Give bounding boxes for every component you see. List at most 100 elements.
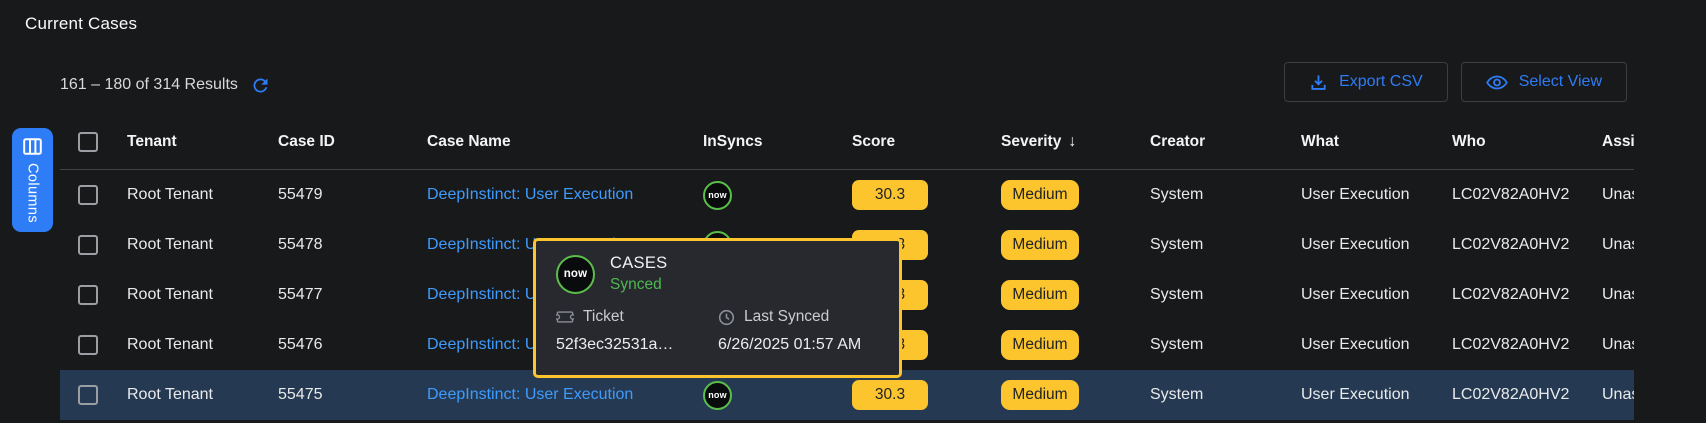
who-cell: LC02V82A0HV2 <box>1452 236 1602 254</box>
header-case-name[interactable]: Case Name <box>427 133 703 151</box>
assignee-cell: Unassigned <box>1602 286 1634 304</box>
who-cell: LC02V82A0HV2 <box>1452 386 1602 404</box>
what-cell: User Execution <box>1301 386 1452 404</box>
case-name-cell: DeepInstinct: User Execution <box>427 186 703 204</box>
select-all-checkbox[interactable] <box>78 132 98 152</box>
sync-status-text: Synced <box>610 276 667 294</box>
header-severity-label: Severity <box>1001 133 1061 151</box>
last-synced-label: Last Synced <box>744 308 829 326</box>
assignee-cell: Unassigned <box>1602 386 1634 404</box>
tenant-cell: Root Tenant <box>127 386 278 404</box>
severity-badge: Medium <box>1001 230 1079 260</box>
header-tenant[interactable]: Tenant <box>127 133 278 151</box>
eye-icon <box>1486 74 1508 91</box>
severity-cell: Medium <box>1001 280 1150 310</box>
who-cell: LC02V82A0HV2 <box>1452 336 1602 354</box>
tooltip-details: Ticket Last Synced 52f3ec32531a… 6/26/20… <box>556 308 881 354</box>
header-assignee[interactable]: Assignee <box>1602 133 1634 151</box>
assignee-cell: Unassigned <box>1602 336 1634 354</box>
ticket-label-row: Ticket <box>556 308 718 326</box>
last-synced-label-row: Last Synced <box>718 308 881 326</box>
assignee-cell: Unassigned <box>1602 186 1634 204</box>
last-synced-value: 6/26/2025 01:57 AM <box>718 336 881 354</box>
header-severity[interactable]: Severity ↓ <box>1001 133 1150 151</box>
table-header-row: Tenant Case ID Case Name InSyncs Score S… <box>60 115 1634 170</box>
refresh-icon-glyph <box>250 75 271 96</box>
row-checkbox[interactable] <box>78 285 98 305</box>
row-select-cell <box>60 385 127 405</box>
severity-cell: Medium <box>1001 380 1150 410</box>
severity-badge: Medium <box>1001 330 1079 360</box>
what-cell: User Execution <box>1301 286 1452 304</box>
tooltip-title-block: CASES Synced <box>610 254 667 294</box>
assignee-cell: Unassigned <box>1602 236 1634 254</box>
row-select-cell <box>60 335 127 355</box>
score-cell: 30.3 <box>852 180 1001 210</box>
export-csv-button[interactable]: Export CSV <box>1284 62 1448 102</box>
severity-badge: Medium <box>1001 280 1079 310</box>
tooltip-title: CASES <box>610 254 667 273</box>
download-icon <box>1309 73 1328 92</box>
case-id-cell: 55476 <box>278 336 427 354</box>
header-score[interactable]: Score <box>852 133 1001 151</box>
results-bar: 161 – 180 of 314 Results <box>60 73 271 97</box>
case-id-cell: 55478 <box>278 236 427 254</box>
page-title: Current Cases <box>25 14 137 34</box>
tenant-cell: Root Tenant <box>127 186 278 204</box>
refresh-icon[interactable] <box>250 75 271 96</box>
tooltip-header: now CASES Synced <box>556 254 881 294</box>
servicenow-sync-icon[interactable]: now <box>703 181 732 210</box>
servicenow-logo-icon: now <box>556 255 595 294</box>
select-view-label: Select View <box>1519 73 1602 91</box>
header-who[interactable]: Who <box>1452 133 1602 151</box>
row-checkbox[interactable] <box>78 385 98 405</box>
row-checkbox[interactable] <box>78 335 98 355</box>
header-insyncs[interactable]: InSyncs <box>703 133 852 151</box>
creator-cell: System <box>1150 236 1301 254</box>
row-checkbox[interactable] <box>78 185 98 205</box>
header-creator[interactable]: Creator <box>1150 133 1301 151</box>
row-checkbox[interactable] <box>78 235 98 255</box>
results-count-text: 161 – 180 of 314 Results <box>60 76 238 94</box>
case-id-cell: 55475 <box>278 386 427 404</box>
creator-cell: System <box>1150 386 1301 404</box>
severity-cell: Medium <box>1001 230 1150 260</box>
top-actions: Export CSV Select View <box>1284 62 1627 102</box>
row-select-cell <box>60 235 127 255</box>
insyncs-cell: now <box>703 381 852 410</box>
case-name-cell: DeepInstinct: User Execution <box>427 386 703 404</box>
creator-cell: System <box>1150 186 1301 204</box>
tenant-cell: Root Tenant <box>127 236 278 254</box>
case-name-link[interactable]: DeepInstinct: User Execution <box>427 386 633 404</box>
columns-tab-label: Columns <box>25 163 41 223</box>
who-cell: LC02V82A0HV2 <box>1452 186 1602 204</box>
sort-descending-icon[interactable]: ↓ <box>1068 133 1076 151</box>
servicenow-sync-icon[interactable]: now <box>703 381 732 410</box>
what-cell: User Execution <box>1301 336 1452 354</box>
severity-badge: Medium <box>1001 180 1079 210</box>
tenant-cell: Root Tenant <box>127 286 278 304</box>
ticket-value: 52f3ec32531a… <box>556 336 718 354</box>
select-view-button[interactable]: Select View <box>1461 62 1627 102</box>
row-select-cell <box>60 285 127 305</box>
severity-cell: Medium <box>1001 330 1150 360</box>
what-cell: User Execution <box>1301 236 1452 254</box>
ticket-icon <box>556 310 574 324</box>
header-select-all-cell <box>60 132 127 152</box>
score-badge: 30.3 <box>852 380 928 410</box>
case-name-link[interactable]: DeepInstinct: User Execution <box>427 186 633 204</box>
header-case-id[interactable]: Case ID <box>278 133 427 151</box>
creator-cell: System <box>1150 336 1301 354</box>
header-what[interactable]: What <box>1301 133 1452 151</box>
table-row[interactable]: Root Tenant 55479 DeepInstinct: User Exe… <box>60 170 1634 220</box>
row-select-cell <box>60 185 127 205</box>
insyncs-cell: now <box>703 181 852 210</box>
case-id-cell: 55477 <box>278 286 427 304</box>
what-cell: User Execution <box>1301 186 1452 204</box>
clock-icon <box>718 309 735 326</box>
tenant-cell: Root Tenant <box>127 336 278 354</box>
columns-panel-tab[interactable]: Columns <box>12 128 53 232</box>
severity-badge: Medium <box>1001 380 1079 410</box>
score-cell: 30.3 <box>852 380 1001 410</box>
case-id-cell: 55479 <box>278 186 427 204</box>
